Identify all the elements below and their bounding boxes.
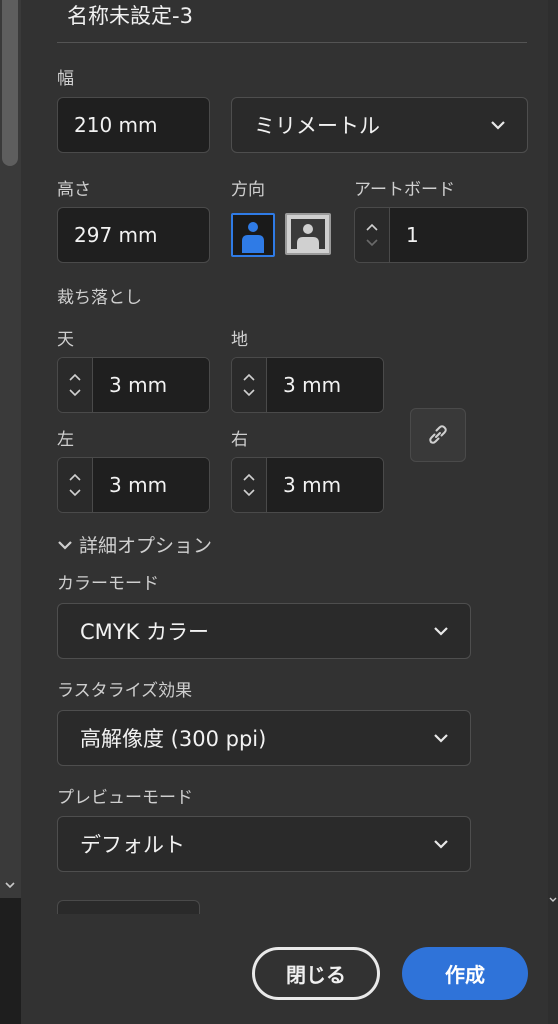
- chevron-down-icon: [434, 840, 448, 849]
- raster-effects-select[interactable]: 高解像度 (300 ppi): [57, 710, 471, 766]
- left-bottom-area: [0, 898, 21, 1024]
- color-mode-value: CMYK カラー: [80, 620, 210, 644]
- advanced-options-label: 詳細オプション: [79, 535, 213, 557]
- chevron-down-icon[interactable]: [242, 488, 256, 498]
- chevron-down-icon: [434, 627, 448, 636]
- artboards-label: アートボード: [354, 180, 455, 200]
- chevron-down-icon[interactable]: [68, 388, 82, 398]
- bleed-left-value[interactable]: 3 mm: [93, 458, 209, 512]
- title-divider: [57, 42, 527, 43]
- link-icon: [429, 425, 447, 444]
- document-setup-panel: 名称未設定-3 幅 210 mm ミリメートル 高さ 297 mm 方向 アート…: [21, 0, 548, 1024]
- artboards-value[interactable]: 1: [390, 208, 527, 262]
- width-label: 幅: [57, 69, 74, 89]
- chevron-down-icon[interactable]: [242, 388, 256, 398]
- right-scroll-area[interactable]: [548, 0, 558, 1024]
- preview-mode-select[interactable]: デフォルト: [57, 816, 471, 872]
- preview-mode-value: デフォルト: [80, 833, 185, 857]
- bleed-label: 裁ち落とし: [57, 288, 142, 308]
- bleed-bottom-arrows[interactable]: [232, 358, 267, 412]
- landscape-icon: [291, 219, 325, 249]
- left-scroll-thumb[interactable]: [2, 0, 18, 166]
- create-button[interactable]: 作成: [402, 947, 528, 1000]
- chevron-down-icon: [434, 734, 448, 743]
- close-button[interactable]: 閉じる: [252, 947, 380, 1000]
- artboards-stepper[interactable]: 1: [354, 207, 528, 263]
- bleed-link-button[interactable]: [410, 408, 466, 462]
- orientation-portrait-button[interactable]: [231, 213, 275, 257]
- height-label: 高さ: [57, 180, 91, 200]
- chevron-up-icon[interactable]: [365, 222, 379, 232]
- chevron-down-icon: [491, 121, 505, 130]
- units-select[interactable]: ミリメートル: [231, 97, 528, 153]
- left-scroll-area: [0, 0, 21, 1024]
- bleed-right-label: 右: [231, 430, 248, 450]
- color-mode-label: カラーモード: [57, 574, 159, 594]
- chevron-up-icon[interactable]: [68, 472, 82, 482]
- bleed-bottom-label: 地: [231, 330, 248, 350]
- bleed-left-arrows[interactable]: [58, 458, 93, 512]
- bleed-right-value[interactable]: 3 mm: [267, 458, 383, 512]
- orientation-label: 方向: [231, 180, 265, 200]
- bleed-bottom-stepper[interactable]: 3 mm: [231, 357, 384, 413]
- chevron-down-icon[interactable]: [68, 488, 82, 498]
- bleed-left-stepper[interactable]: 3 mm: [57, 457, 210, 513]
- bleed-left-label: 左: [57, 430, 74, 450]
- height-input[interactable]: 297 mm: [57, 207, 210, 263]
- bleed-top-label: 天: [57, 330, 74, 350]
- height-value: 297 mm: [74, 223, 158, 247]
- bleed-top-value[interactable]: 3 mm: [93, 358, 209, 412]
- color-mode-select[interactable]: CMYK カラー: [57, 603, 471, 659]
- partially-visible-control[interactable]: [57, 900, 200, 914]
- bleed-right-arrows[interactable]: [232, 458, 267, 512]
- preview-mode-label: プレビューモード: [57, 788, 193, 808]
- width-value: 210 mm: [74, 113, 158, 137]
- chevron-up-icon[interactable]: [68, 372, 82, 382]
- chevron-down-icon[interactable]: [365, 238, 379, 248]
- chevron-down-icon[interactable]: [3, 878, 17, 892]
- advanced-options-toggle[interactable]: 詳細オプション: [57, 531, 212, 558]
- bleed-right-stepper[interactable]: 3 mm: [231, 457, 384, 513]
- artboards-stepper-arrows[interactable]: [355, 208, 390, 262]
- orientation-landscape-button[interactable]: [285, 213, 331, 255]
- chevron-up-icon[interactable]: [242, 372, 256, 382]
- portrait-icon: [239, 217, 267, 253]
- chevron-up-icon[interactable]: [242, 472, 256, 482]
- units-value: ミリメートル: [254, 114, 380, 138]
- bleed-top-stepper[interactable]: 3 mm: [57, 357, 210, 413]
- document-title[interactable]: 名称未設定-3: [67, 0, 193, 30]
- raster-effects-label: ラスタライズ効果: [57, 681, 193, 701]
- bleed-top-arrows[interactable]: [58, 358, 93, 412]
- chevron-down-icon[interactable]: [548, 894, 558, 906]
- raster-effects-value: 高解像度 (300 ppi): [80, 727, 267, 751]
- bleed-bottom-value[interactable]: 3 mm: [267, 358, 383, 412]
- chevron-down-icon: [58, 540, 72, 550]
- width-input[interactable]: 210 mm: [57, 97, 210, 153]
